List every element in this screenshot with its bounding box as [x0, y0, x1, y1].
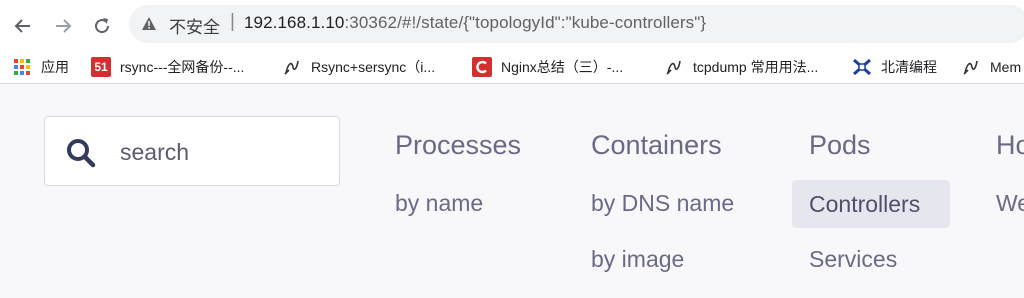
search-placeholder: search [120, 139, 190, 165]
bookmark-label: Nginx总结（三）-... [501, 59, 624, 75]
url-text[interactable]: 192.168.1.10:30362/#!/state/{"topologyId… [244, 13, 706, 33]
warning-icon [142, 17, 156, 30]
bookmark-label: tcpdump 常用用法... [693, 59, 819, 75]
pen-icon [664, 57, 684, 77]
topology-containers[interactable]: Containers [591, 130, 722, 161]
forward-button[interactable] [50, 13, 76, 39]
reload-icon [95, 18, 110, 34]
security-label: 不安全 [169, 18, 220, 37]
c-icon [472, 57, 492, 77]
topology-hosts[interactable]: Ho [996, 130, 1024, 161]
forward-arrow-icon [56, 19, 72, 33]
address-bar[interactable]: 不安全 | 192.168.1.10:30362/#!/state/{"topo… [129, 5, 1024, 43]
containers-by-dns-name[interactable]: by DNS name [591, 190, 734, 217]
pods-controllers[interactable]: Controllers [792, 180, 950, 228]
bookmark-label: Rsync+sersync（i... [311, 59, 436, 75]
search-icon [67, 139, 96, 168]
containers-by-image[interactable]: by image [591, 246, 684, 273]
bookmarks-bar: 应用 51 rsync---全网备份--... Rsync+sersync（i.… [0, 50, 1024, 84]
bookmark-label: 应用 [41, 59, 69, 75]
back-arrow-icon [14, 19, 30, 33]
bookmark-mem[interactable]: Mem [961, 50, 1021, 84]
pen-icon [961, 57, 981, 77]
apps-grid-icon [12, 57, 32, 77]
bookmark-rsync-sersync[interactable]: Rsync+sersync（i... [282, 50, 435, 84]
address-separator: | [230, 11, 235, 32]
bookmark-beiqing[interactable]: 北清编程 [852, 50, 937, 84]
topology-pods[interactable]: Pods [809, 130, 871, 161]
processes-by-name[interactable]: by name [395, 190, 483, 217]
topology-processes[interactable]: Processes [395, 130, 521, 161]
bookmark-rsync[interactable]: 51 rsync---全网备份--... [91, 50, 244, 84]
search-box[interactable]: search [44, 116, 340, 186]
pods-services[interactable]: Services [809, 246, 897, 273]
bookmark-apps[interactable]: 应用 [12, 50, 69, 84]
url-host: 192.168.1.10 [244, 13, 345, 32]
bookmark-label: Mem [990, 59, 1022, 75]
bookmark-nginx[interactable]: Nginx总结（三）-... [472, 50, 623, 84]
pen-icon [282, 57, 302, 77]
bq-icon [852, 57, 872, 77]
hosts-weave-net[interactable]: We [996, 190, 1024, 217]
bookmark-label: rsync---全网备份--... [120, 59, 245, 75]
bookmark-tcpdump[interactable]: tcpdump 常用用法... [664, 50, 818, 84]
browser-toolbar: 不安全 | 192.168.1.10:30362/#!/state/{"topo… [0, 0, 1024, 50]
back-button[interactable] [10, 13, 36, 39]
bookmark-label: 北清编程 [881, 59, 937, 75]
51cto-icon: 51 [91, 57, 111, 77]
reload-button[interactable] [89, 13, 115, 39]
url-path: :30362/#!/state/{"topologyId":"kube-cont… [344, 13, 707, 32]
